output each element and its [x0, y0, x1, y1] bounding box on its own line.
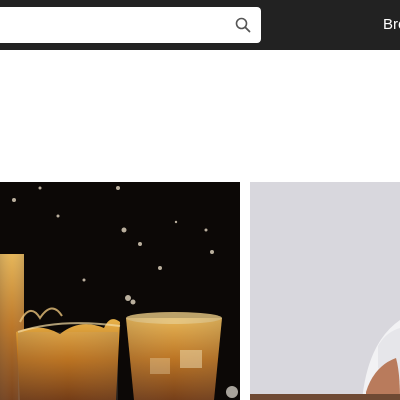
person-image	[250, 182, 400, 400]
whiskey-glasses-image	[0, 182, 240, 400]
page: Bro	[0, 0, 400, 400]
search-icon[interactable]	[234, 16, 252, 34]
search-input[interactable]	[4, 7, 228, 45]
photo-person[interactable]	[250, 182, 400, 400]
nav-link-browse[interactable]: Bro	[383, 16, 400, 33]
top-navigation-bar: Bro	[0, 0, 400, 50]
photo-whiskey-glasses[interactable]	[0, 182, 240, 400]
search-bar[interactable]	[0, 7, 261, 45]
